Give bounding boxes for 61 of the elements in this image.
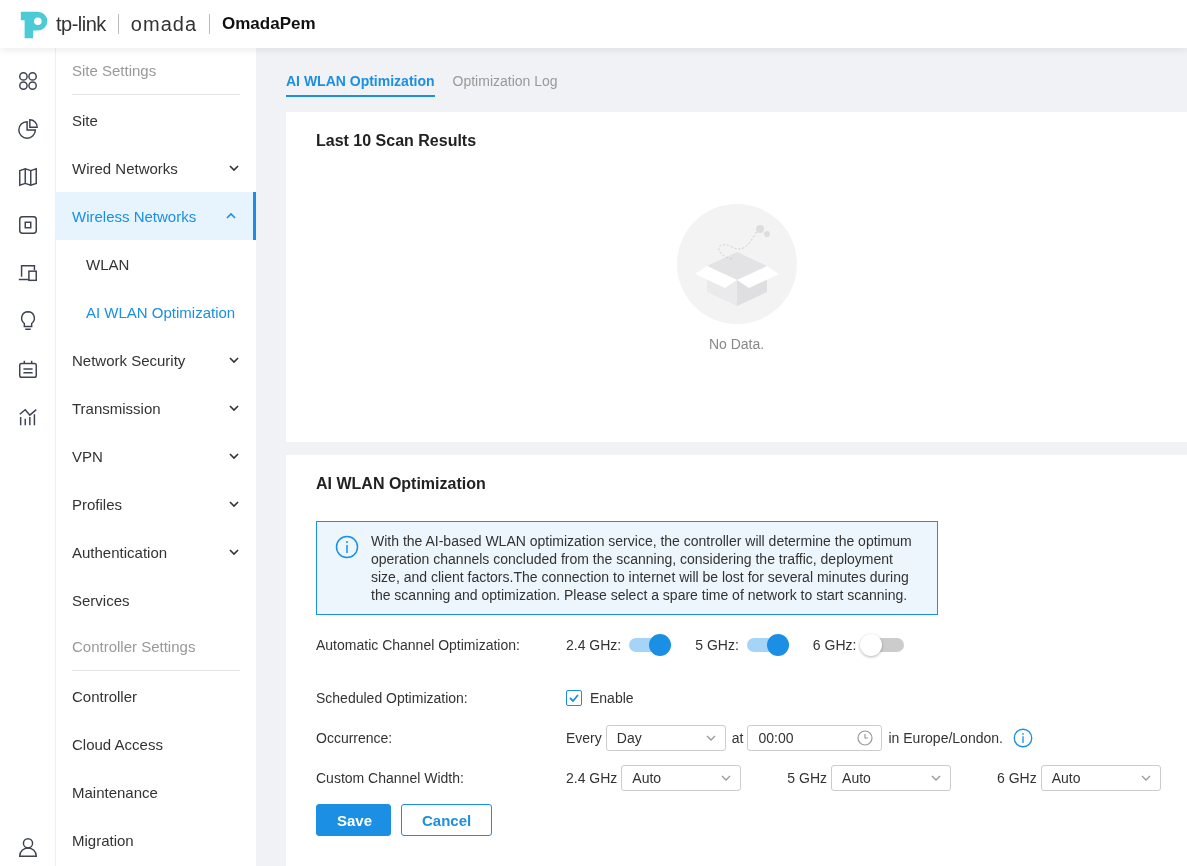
every-label: Every — [566, 730, 602, 746]
device-icon[interactable] — [16, 214, 39, 236]
day-dropdown[interactable]: Day — [605, 725, 726, 751]
section-title: Site Settings — [71, 61, 158, 81]
channel-width-dropdown[interactable]: Auto — [831, 765, 952, 791]
dashboard-icon[interactable] — [16, 70, 39, 92]
field-label: Occurrence: — [316, 730, 394, 746]
sidebar-item[interactable]: Transmission — [56, 384, 256, 432]
info-text: With the AI-based WLAN optimization service, the controller will determine the optimum operation channels concluded from the scanning, considering the traffic, deployment size, and client factors.The connection to internet will be lost for several minutes during the scanning and optimization. Please select a spare time of network to start scanning. — [371, 532, 913, 604]
checkbox[interactable] — [566, 690, 582, 706]
checkbox-label: Enable — [590, 690, 634, 706]
field-label: Custom Channel Width: — [316, 770, 465, 786]
sidebar-item[interactable]: Wired Networks — [56, 144, 256, 192]
band-label: 6 GHz: — [812, 637, 857, 653]
devices-icon[interactable] — [16, 262, 39, 284]
channel-width-dropdown[interactable]: Auto — [1040, 765, 1161, 791]
chevron-icon — [228, 546, 240, 558]
sidebar-item[interactable]: Cloud Access — [56, 720, 256, 768]
pie-chart-icon[interactable] — [16, 118, 39, 140]
band-label: 2.4 GHz: — [566, 637, 622, 653]
sidebar-item[interactable]: Profiles — [56, 480, 256, 528]
field-label: Scheduled Optimization: — [316, 690, 469, 706]
map-icon[interactable] — [16, 166, 39, 188]
statistics-icon[interactable] — [16, 406, 39, 428]
section-title: Controller Settings — [71, 637, 197, 657]
sidebar-item[interactable]: Controller — [56, 672, 256, 720]
sidebar-item[interactable]: Services — [56, 576, 256, 624]
chevron-icon — [228, 498, 240, 510]
clock-icon — [857, 730, 874, 746]
band-label: 5 GHz: — [695, 637, 739, 653]
calendar-icon[interactable] — [16, 358, 39, 380]
brand-name: tp-link — [56, 12, 106, 36]
sidebar-item[interactable]: VPN — [56, 432, 256, 480]
band-label: 6 GHz — [997, 770, 1037, 786]
band-label: 2.4 GHz — [566, 770, 618, 786]
empty-box-icon — [676, 204, 797, 324]
chevron-icon — [228, 162, 240, 174]
chevron-icon — [228, 402, 240, 414]
sidebar-item[interactable]: Site — [56, 96, 256, 144]
card-title: Last 10 Scan Results — [315, 131, 478, 150]
sidebar-subitem[interactable]: WLAN — [56, 240, 256, 288]
sidebar-item[interactable]: Migration — [56, 816, 256, 864]
at-label: at — [731, 730, 744, 746]
field-label: Automatic Channel Optimization: — [316, 637, 521, 653]
band-label: 5 GHz — [787, 770, 828, 786]
sidebar-item[interactable]: Network Security — [56, 336, 256, 384]
site-name: OmadaPem — [222, 14, 316, 34]
card-title: AI WLAN Optimization — [315, 474, 487, 493]
sidebar-subitem[interactable]: AI WLAN Optimization — [56, 288, 256, 336]
info-icon[interactable] — [1012, 728, 1033, 748]
sidebar-item[interactable]: Authentication — [56, 528, 256, 576]
time-field[interactable]: 00:00 — [747, 725, 883, 751]
info-icon — [335, 535, 359, 559]
product-name: omada — [130, 12, 197, 36]
channel-width-dropdown[interactable]: Auto — [621, 765, 742, 791]
user-icon[interactable] — [16, 836, 39, 858]
chevron-icon — [228, 354, 240, 366]
sidebar-item[interactable]: Maintenance — [56, 768, 256, 816]
empty-message: No Data. — [708, 336, 765, 352]
chevron-icon — [228, 450, 240, 462]
timezone-text: in Europe/London. — [888, 730, 1003, 746]
